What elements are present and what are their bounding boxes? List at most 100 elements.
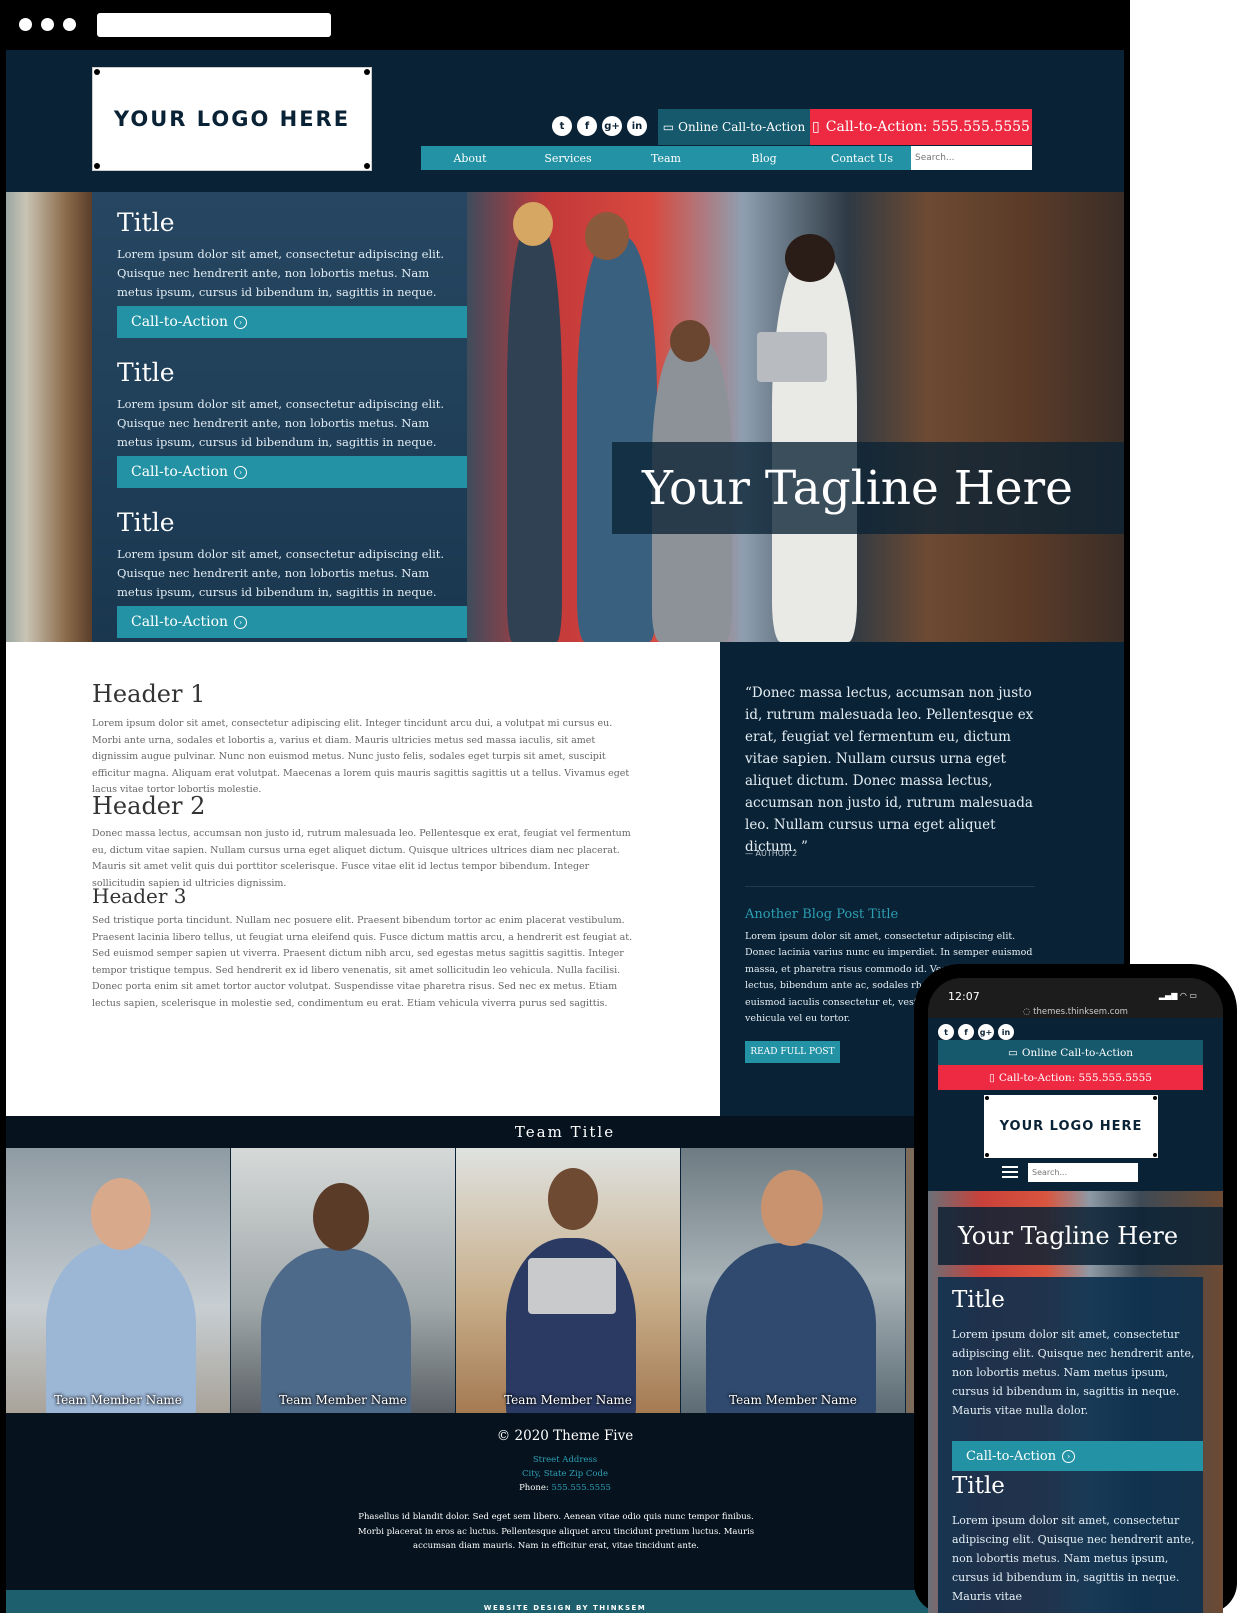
google-plus-icon[interactable]: g+ xyxy=(602,116,622,136)
facebook-icon[interactable]: f xyxy=(958,1024,974,1040)
online-cta-label: Online Call-to-Action xyxy=(678,120,806,134)
phone-hero-cta-label: Call-to-Action xyxy=(966,1448,1057,1464)
chevron-right-icon: › xyxy=(1062,1449,1076,1463)
window-dot-minimize[interactable] xyxy=(41,18,54,31)
team-member-card[interactable]: Team Member Name xyxy=(6,1148,230,1413)
chevron-right-icon: › xyxy=(234,615,248,629)
google-plus-icon[interactable]: g+ xyxy=(978,1024,994,1040)
hero-block-title: Title xyxy=(117,508,175,537)
logo-corner xyxy=(985,1153,989,1157)
photo-head xyxy=(585,212,629,260)
phone-label: Phone: xyxy=(519,1483,552,1493)
hero-photo xyxy=(467,192,1124,642)
hero-cta-label: Call-to-Action xyxy=(131,464,229,480)
hero-block-title: Title xyxy=(117,358,175,387)
content-header: Header 1 xyxy=(92,680,206,708)
logo-corner xyxy=(985,1096,989,1100)
nav-item-team[interactable]: Team xyxy=(617,152,715,165)
phone-tagline-banner: Your Tagline Here xyxy=(938,1207,1223,1265)
hero-cta-label: Call-to-Action xyxy=(131,314,229,330)
photo-head xyxy=(670,320,710,362)
phone-url: ◌ themes.thinksem.com xyxy=(1023,1007,1128,1017)
phone-online-cta-button[interactable]: ▭ Online Call-to-Action xyxy=(938,1040,1203,1065)
monitor-icon: ▭ xyxy=(1007,1046,1018,1059)
linkedin-icon[interactable]: in xyxy=(627,116,647,136)
design-credit[interactable]: WEBSITE DESIGN BY THINKSEM xyxy=(484,1604,647,1612)
hero-section: Title Lorem ipsum dolor sit amet, consec… xyxy=(6,192,1124,642)
phone-icon: ▯ xyxy=(812,119,820,135)
photo-head xyxy=(785,234,835,282)
logo[interactable]: YOUR LOGO HERE xyxy=(92,67,372,171)
twitter-icon[interactable]: t xyxy=(938,1024,954,1040)
site-header: YOUR LOGO HERE t f g+ in ▭ Online Call-t… xyxy=(6,50,1124,192)
social-links: t f g+ in xyxy=(552,116,647,136)
content-paragraph: Lorem ipsum dolor sit amet, consectetur … xyxy=(92,718,630,796)
window-dot-close[interactable] xyxy=(19,18,32,31)
testimonial-author: — AUTHOR 2 xyxy=(745,849,798,858)
search-input[interactable] xyxy=(911,146,1032,170)
member-photo-head xyxy=(91,1178,151,1250)
hamburger-menu-icon[interactable] xyxy=(1002,1166,1018,1178)
phone-cta-label: Call-to-Action: 555.555.5555 xyxy=(825,119,1030,135)
online-cta-button[interactable]: ▭ Online Call-to-Action xyxy=(658,109,810,145)
member-photo-body xyxy=(706,1243,876,1413)
phone-block-title: Title xyxy=(952,1473,1005,1499)
phone-social-links: t f g+ in xyxy=(938,1024,1014,1040)
photo-figure xyxy=(507,222,562,642)
phone-icon: ▯ xyxy=(989,1071,995,1084)
photo-laptop xyxy=(757,332,827,382)
content-paragraph: Sed tristique porta tincidunt. Nullam ne… xyxy=(92,915,633,1009)
hero-cta-button[interactable]: Call-to-Action › xyxy=(117,456,467,488)
phone-online-cta-label: Online Call-to-Action xyxy=(1021,1046,1134,1059)
tagline: Your Tagline Here xyxy=(642,460,1073,516)
team-member-card[interactable]: Team Member Name xyxy=(456,1148,680,1413)
logo-corner xyxy=(364,163,370,169)
hero-block: Title Lorem ipsum dolor sit amet, consec… xyxy=(92,342,467,492)
url-bar[interactable] xyxy=(97,13,331,37)
nav-item-services[interactable]: Services xyxy=(519,152,617,165)
hero-block: Title Lorem ipsum dolor sit amet, consec… xyxy=(92,192,467,342)
logo-corner xyxy=(1153,1153,1157,1157)
blog-post-title[interactable]: Another Blog Post Title xyxy=(745,907,898,922)
hero-cta-label: Call-to-Action xyxy=(131,614,229,630)
team-member-name: Team Member Name xyxy=(279,1393,407,1407)
photo-head xyxy=(513,202,553,246)
nav-item-about[interactable]: About xyxy=(421,152,519,165)
nav-item-blog[interactable]: Blog xyxy=(715,152,813,165)
hero-cta-button[interactable]: Call-to-Action › xyxy=(117,306,467,338)
content-header: Header 3 xyxy=(92,884,187,908)
logo-corner xyxy=(94,69,100,75)
window-dot-maximize[interactable] xyxy=(63,18,76,31)
phone-time: 12:07 xyxy=(948,990,980,1003)
photo-figure xyxy=(577,237,657,642)
logo-corner xyxy=(1153,1096,1157,1100)
hero-cta-button[interactable]: Call-to-Action › xyxy=(117,606,467,638)
chevron-right-icon: › xyxy=(234,465,248,479)
main-content: Header 1 Lorem ipsum dolor sit amet, con… xyxy=(6,642,720,1116)
phone-logo[interactable]: YOUR LOGO HERE xyxy=(984,1095,1158,1158)
phone-link[interactable]: 555.555.5555 xyxy=(551,1483,610,1493)
logo-corner xyxy=(94,163,100,169)
team-member-card[interactable]: Team Member Name xyxy=(231,1148,455,1413)
phone-status-bar: 12:07 ▂▄▆ ◠ ▭ ◌ themes.thinksem.com xyxy=(928,978,1223,1018)
phone-hero-cta-button[interactable]: Call-to-Action › xyxy=(952,1441,1203,1471)
phone-block-text: Lorem ipsum dolor sit amet, consectetur … xyxy=(952,1514,1195,1603)
phone-cta-button[interactable]: ▯ Call-to-Action: 555.555.5555 xyxy=(810,109,1032,145)
phone-tagline: Your Tagline Here xyxy=(958,1222,1179,1250)
phone-search-input[interactable] xyxy=(1028,1163,1138,1182)
nav-item-contact[interactable]: Contact Us xyxy=(813,152,911,165)
hero-block-title: Title xyxy=(117,208,175,237)
member-photo-head xyxy=(548,1168,598,1230)
member-photo-body xyxy=(46,1243,196,1413)
read-full-post-button[interactable]: READ FULL POST xyxy=(745,1041,840,1063)
phone-mockup: 12:07 ▂▄▆ ◠ ▭ ◌ themes.thinksem.com t f … xyxy=(914,964,1237,1613)
member-photo-laptop xyxy=(528,1258,616,1314)
team-member-card[interactable]: Team Member Name xyxy=(681,1148,905,1413)
phone-call-cta-button[interactable]: ▯ Call-to-Action: 555.555.5555 xyxy=(938,1065,1203,1090)
phone-hero-panel: Title Lorem ipsum dolor sit amet, consec… xyxy=(938,1277,1203,1613)
facebook-icon[interactable]: f xyxy=(577,116,597,136)
linkedin-icon[interactable]: in xyxy=(998,1024,1014,1040)
twitter-icon[interactable]: t xyxy=(552,116,572,136)
team-member-name: Team Member Name xyxy=(729,1393,857,1407)
phone-block-text: Lorem ipsum dolor sit amet, consectetur … xyxy=(952,1328,1195,1417)
